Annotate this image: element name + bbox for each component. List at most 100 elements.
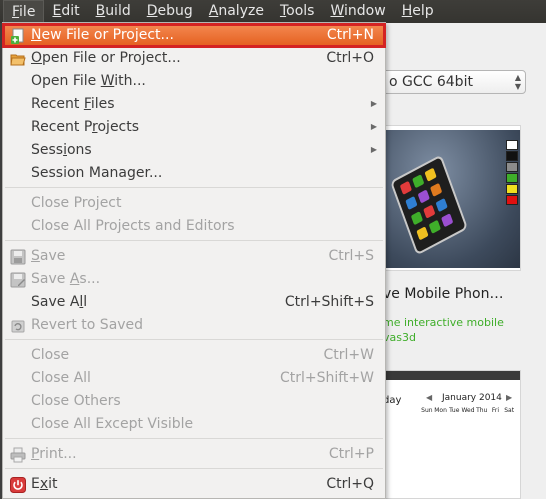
- example-description: me interactive mobile vas3d: [383, 315, 504, 345]
- menu-help[interactable]: Help: [394, 0, 442, 23]
- menu-item-save-as[interactable]: Save As...: [3, 268, 385, 291]
- menu-item-label: Save All: [31, 294, 88, 310]
- menu-edit[interactable]: Edit: [44, 0, 87, 23]
- phone-image: [389, 154, 469, 256]
- menu-item-exit[interactable]: Exit Ctrl+Q: [3, 473, 385, 496]
- menu-item-label: Print...: [31, 446, 77, 462]
- menu-tools-label: ools: [286, 3, 315, 19]
- menu-item-label: Recent Projects: [31, 119, 140, 135]
- menu-item-recent-files[interactable]: Recent Files ▶: [3, 93, 385, 116]
- menu-item-shortcut: Ctrl+Shift+S: [284, 294, 374, 310]
- menu-help-label: elp: [412, 3, 434, 19]
- example-thumbnail: [378, 130, 520, 268]
- example-desc-line-1: me interactive mobile: [383, 316, 504, 329]
- menu-item-shortcut: Ctrl+S: [328, 248, 374, 264]
- menu-tools[interactable]: Tools: [272, 0, 323, 23]
- menu-help-mnemonic: H: [401, 3, 413, 19]
- save-as-icon: [10, 272, 26, 288]
- calendar-day-header: Wed: [461, 407, 475, 414]
- combo-arrows-icon: ▲ ▼: [514, 73, 521, 91]
- menu-analyze[interactable]: Analyze: [201, 0, 272, 23]
- power-icon: [10, 477, 26, 493]
- save-icon: [10, 249, 26, 265]
- menu-bar: File Edit Build Debug Analyze Tools Wind…: [0, 0, 546, 23]
- example-card-calendar[interactable]: day ◀ January 2014 ▶ Sun Mon Tue Wed Thu…: [375, 370, 521, 499]
- calendar-day-header: Tue: [449, 407, 460, 414]
- menu-item-label: Close Project: [31, 195, 122, 211]
- menu-debug-label: ebug: [157, 3, 193, 19]
- menu-debug[interactable]: Debug: [139, 0, 201, 23]
- menu-item-close[interactable]: Close Ctrl+W: [3, 344, 385, 367]
- menu-analyze-label: nalyze: [218, 3, 264, 19]
- menu-build-label: uild: [105, 3, 131, 19]
- menu-item-close-project[interactable]: Close Project: [3, 192, 385, 215]
- submenu-arrow-icon: ▶: [370, 145, 377, 154]
- menu-item-shortcut: Ctrl+N: [326, 27, 374, 43]
- menu-window-label: indow: [344, 3, 386, 19]
- menu-item-shortcut: Ctrl+W: [323, 347, 374, 363]
- menu-item-shortcut: Ctrl+Q: [326, 476, 374, 492]
- menu-edit-mnemonic: E: [52, 3, 62, 19]
- calendar-prev-icon: ◀: [426, 393, 433, 402]
- menu-analyze-mnemonic: A: [208, 3, 219, 19]
- menu-item-new-file-or-project[interactable]: New File or Project... Ctrl+N: [2, 23, 386, 48]
- submenu-arrow-icon: ▶: [370, 122, 377, 131]
- example-desc-line-2: vas3d: [383, 331, 416, 344]
- menu-window-mnemonic: W: [330, 3, 345, 19]
- calendar-topbar: [376, 371, 520, 380]
- menu-build[interactable]: Build: [88, 0, 139, 23]
- calendar-day-header: Sat: [504, 407, 515, 414]
- menu-item-label: Recent Files: [31, 96, 115, 112]
- menu-item-open-file-with[interactable]: Open File With...: [3, 70, 385, 93]
- menu-file[interactable]: File: [3, 0, 45, 23]
- menu-item-label: Sessions: [31, 142, 92, 158]
- menu-item-label: Revert to Saved: [31, 317, 144, 333]
- menu-item-recent-projects[interactable]: Recent Projects ▶: [3, 116, 385, 139]
- menu-edit-label: dit: [61, 3, 80, 19]
- menu-window[interactable]: Window: [322, 0, 393, 23]
- menu-file-label: ile: [19, 4, 36, 20]
- file-menu-dropdown: New File or Project... Ctrl+N Open File …: [2, 22, 386, 499]
- menu-item-close-all-except-visible[interactable]: Close All Except Visible: [3, 413, 385, 436]
- menu-item-close-all-projects[interactable]: Close All Projects and Editors: [3, 215, 385, 238]
- kit-selector-value: o GCC 64bit: [389, 74, 473, 90]
- menu-item-shortcut: Ctrl+P: [328, 446, 374, 462]
- revert-icon: [10, 318, 26, 334]
- submenu-arrow-icon: ▶: [370, 99, 377, 108]
- menu-separator: [5, 187, 383, 188]
- menu-item-session-manager[interactable]: Session Manager...: [3, 162, 385, 185]
- new-file-icon: [10, 28, 26, 44]
- calendar-day-header: Thu: [476, 407, 488, 414]
- menu-item-label: Close: [31, 347, 70, 363]
- menu-item-label: Session Manager...: [31, 165, 163, 181]
- calendar-next-icon: ▶: [506, 393, 513, 402]
- menu-item-close-others[interactable]: Close Others: [3, 390, 385, 413]
- menu-item-revert-to-saved[interactable]: Revert to Saved: [3, 314, 385, 337]
- example-title[interactable]: ve Mobile Phon…: [383, 286, 503, 302]
- menu-item-shortcut: Ctrl+Shift+W: [279, 370, 374, 386]
- menu-item-label: New File or Project...: [31, 27, 174, 43]
- menu-item-open-file-or-project[interactable]: Open File or Project... Ctrl+O: [3, 47, 385, 70]
- menu-debug-mnemonic: D: [146, 3, 158, 19]
- menu-file-mnemonic: F: [12, 4, 20, 20]
- menu-item-label: Close All: [31, 370, 91, 386]
- menu-item-label: Close All Except Visible: [31, 416, 194, 432]
- menu-item-label: Close Others: [31, 393, 121, 409]
- menu-separator: [5, 339, 383, 340]
- menu-item-label: Save: [31, 248, 66, 264]
- menu-item-save[interactable]: Save Ctrl+S: [3, 245, 385, 268]
- calendar-day-header: Mon: [434, 407, 447, 414]
- menu-separator: [5, 240, 383, 241]
- printer-icon: [10, 447, 26, 463]
- menu-item-label: Exit: [31, 476, 58, 492]
- menu-item-sessions[interactable]: Sessions ▶: [3, 139, 385, 162]
- menu-item-label: Save As...: [31, 271, 101, 287]
- calendar-grid: Sun Mon Tue Wed Thu Fri Sat: [420, 407, 516, 414]
- menu-separator: [5, 468, 383, 469]
- open-folder-icon: [10, 51, 26, 67]
- menu-item-label: Open File or Project...: [31, 50, 181, 66]
- menu-item-save-all[interactable]: Save All Ctrl+Shift+S: [3, 291, 385, 314]
- menu-item-print[interactable]: Print... Ctrl+P: [3, 443, 385, 466]
- menu-build-mnemonic: B: [95, 3, 106, 19]
- menu-item-close-all[interactable]: Close All Ctrl+Shift+W: [3, 367, 385, 390]
